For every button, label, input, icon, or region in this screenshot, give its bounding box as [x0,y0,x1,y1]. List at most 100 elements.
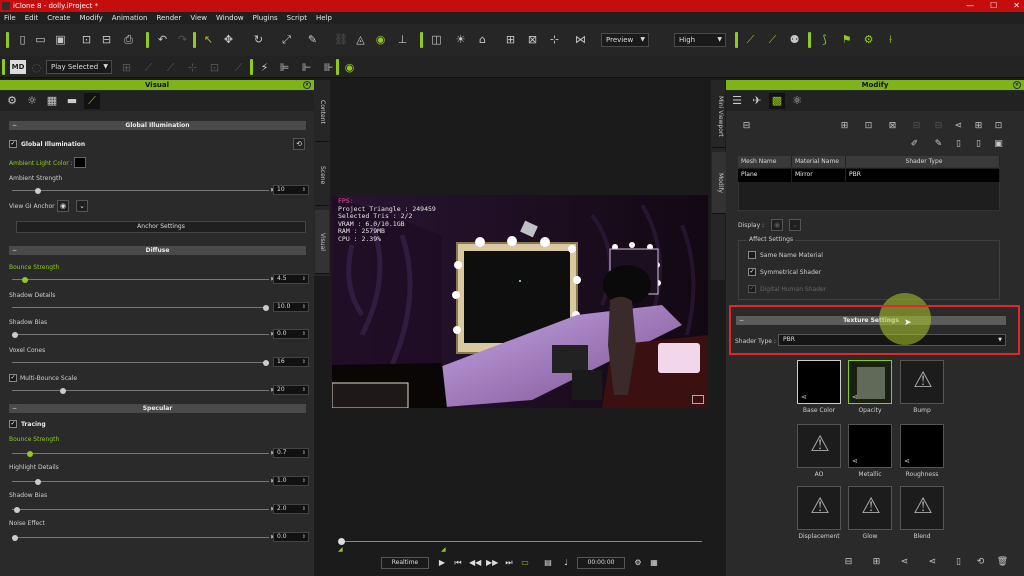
undo-icon[interactable]: ↶ [156,33,169,46]
tab-scene[interactable]: Scene [315,146,329,206]
menu-window[interactable]: Window [216,12,244,24]
timeline-end-marker-icon[interactable]: ◢ [441,546,446,553]
tab-physics-icon[interactable]: ⚛ [789,93,805,109]
texture-roughness[interactable]: ⋖ [900,424,944,468]
lightning-icon[interactable]: ⚡ [258,61,271,74]
digital-human-shader-checkbox[interactable]: ✓ [748,285,756,293]
col-material-name[interactable]: Material Name [792,156,846,167]
spinner-icon[interactable]: ⇕ [302,275,306,283]
slider-knob[interactable] [12,331,18,338]
slider-knob[interactable] [34,187,41,194]
timeline[interactable] [332,535,708,545]
texture-base-color[interactable]: ⋖ [797,360,841,404]
tool-duplicate-icon[interactable]: ▯ [972,138,985,151]
delete-texture-icon[interactable]: 🗑 [996,556,1009,569]
tool-page-icon[interactable]: ▯ [952,138,965,151]
col-mesh-name[interactable]: Mesh Name [738,156,792,167]
timeline-panel-icon[interactable]: ▦ [648,557,660,569]
menu-render[interactable]: Render [156,12,181,24]
motion-icon-3[interactable]: ⟋ [164,61,177,74]
3d-viewport[interactable]: FPS: Project Triangle : 249459 Selected … [332,195,708,408]
ambient-strength-input[interactable]: 10 ⇕ [273,185,309,195]
spinner-icon[interactable]: ⇕ [302,449,306,457]
menu-animation[interactable]: Animation [112,12,148,24]
flag-icon[interactable]: ⚑ [840,33,853,46]
physics-icon[interactable]: ⚙ [862,33,875,46]
diffuse-bounce-strength-slider[interactable]: ▶ [12,276,275,283]
global-illumination-checkbox[interactable]: ✓ [9,140,17,148]
col-shader-type[interactable]: Shader Type [846,156,1000,167]
slider-knob[interactable] [14,506,21,513]
audio-note-icon[interactable]: ♩ [560,557,572,569]
edit-motion-icon[interactable]: ⟋ [744,33,757,46]
spinner-icon[interactable]: ⇕ [302,330,306,338]
texture-ao[interactable]: ⚠ [797,424,841,468]
slider-knob[interactable] [12,534,18,541]
anchor-settings-button[interactable]: Anchor Settings [16,221,306,233]
tool-grid-icon[interactable]: ▣ [992,138,1005,151]
align-icon[interactable]: ⊫ [278,61,291,74]
gizmo-icon[interactable]: ⊠ [526,33,539,46]
tool-merge-icon[interactable]: ⊟ [932,120,945,133]
minimize-button[interactable]: — [966,1,974,10]
spinner-icon[interactable]: ⇕ [302,477,306,485]
next-frame-icon[interactable]: ▶▶ [486,557,498,569]
path-icon[interactable]: ⟆ [818,33,831,46]
tool-picker-icon[interactable]: ✐ [908,138,921,151]
settings-gear-icon[interactable]: ⚙ [632,557,644,569]
multi-bounce-checkbox[interactable]: ✓ [9,374,17,382]
camera-view-icon[interactable]: ◫ [430,33,443,46]
timeline-track[interactable] [342,541,702,542]
tab-motion-icon[interactable]: ✈ [749,93,765,109]
open-folder-icon[interactable]: ▭ [34,33,47,46]
same-name-material-checkbox[interactable] [748,251,756,259]
close-button[interactable]: ✕ [1013,1,1020,10]
texture-displacement[interactable]: ⚠ [797,486,841,530]
tool-copy-icon[interactable]: ⊠ [886,120,899,133]
highlight-details-slider[interactable]: ▶ [12,478,275,485]
tool-load-icon[interactable]: ⊞ [838,120,851,133]
spinner-icon[interactable]: ⇕ [302,358,306,366]
save-icon[interactable]: ▣ [54,33,67,46]
panel-close-icon[interactable]: × [303,81,311,89]
texture-metallic[interactable]: ⋖ [848,424,892,468]
menu-view[interactable]: View [190,12,207,24]
spinner-icon[interactable]: ⇕ [302,505,306,513]
crowd-icon[interactable]: ⚉ [788,33,801,46]
import-icon[interactable]: ⊡ [80,33,93,46]
tab-ibl-icon[interactable]: ☼ [24,93,40,109]
menu-create[interactable]: Create [47,12,70,24]
anchor-eye-icon[interactable]: ◉ [57,200,69,212]
noise-effect-input[interactable]: 0.0 ⇕ [273,532,309,542]
refresh-texture-icon[interactable]: ⟲ [974,556,987,569]
tool-share-icon[interactable]: ⋖ [952,120,965,133]
texture-glow[interactable]: ⚠ [848,486,892,530]
home-icon[interactable]: ⌂ [476,33,489,46]
motion-icon-1[interactable]: ⊞ [120,61,133,74]
play-icon[interactable]: ▶ [436,557,448,569]
menu-file[interactable]: File [4,12,16,24]
menu-edit[interactable]: Edit [25,12,39,24]
loop-icon[interactable]: ▭ [519,557,531,569]
snap-icon[interactable]: ⊥ [396,33,409,46]
viewport-maximize-icon[interactable] [692,395,704,404]
tool-export-icon[interactable]: ⊡ [992,120,1005,133]
menu-help[interactable]: Help [316,12,332,24]
md-settings-icon[interactable]: ◌ [30,61,43,74]
sun-light-icon[interactable]: ☀ [454,33,467,46]
record-icon[interactable]: ◉ [343,61,356,74]
tab-mini-viewport[interactable]: Mini Viewport [712,86,726,148]
motion-icon-5[interactable]: ⊡ [208,61,221,74]
ambient-strength-slider[interactable]: ▶ [12,187,275,194]
redo-icon[interactable]: ↷ [176,33,189,46]
reset-icon[interactable]: ⟲ [293,138,305,150]
move-icon[interactable]: ✥ [222,33,235,46]
display-show-icon[interactable]: ⌄ [789,219,801,231]
motion-icon-4[interactable]: ⊹ [186,61,199,74]
grid-icon[interactable]: ⊹ [548,33,561,46]
tab-gi-icon[interactable]: ⟋ [84,93,100,109]
tab-gi-folder-icon[interactable]: ▬ [64,93,80,109]
subtitle-icon[interactable]: ▤ [542,557,554,569]
probe-icon[interactable]: ⟊ [884,33,897,46]
scale-icon[interactable]: ⤢ [280,33,293,46]
